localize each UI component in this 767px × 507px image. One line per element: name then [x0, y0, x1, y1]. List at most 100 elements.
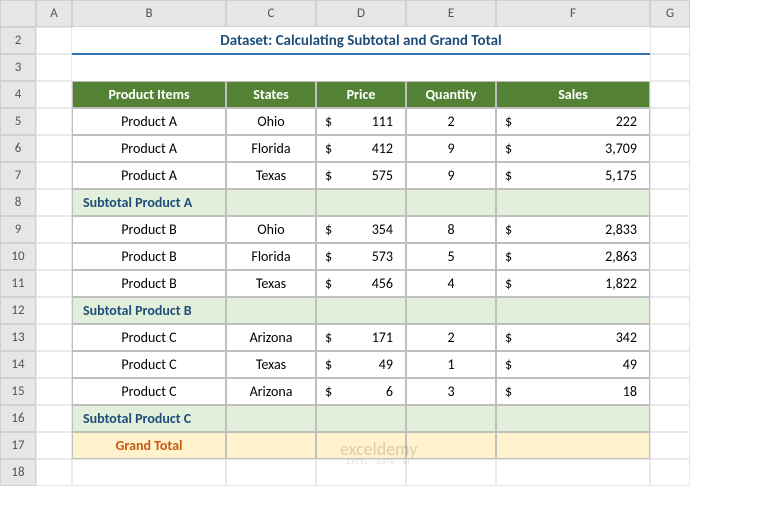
- cell-price[interactable]: $6: [316, 378, 406, 405]
- header-sales[interactable]: Sales: [496, 81, 650, 108]
- col-header-B[interactable]: B: [72, 0, 226, 27]
- cell-state[interactable]: Texas: [226, 162, 316, 189]
- row-header-12[interactable]: 12: [0, 297, 36, 324]
- cell[interactable]: [650, 378, 690, 405]
- cell-qty[interactable]: 8: [406, 216, 496, 243]
- cell[interactable]: [650, 81, 690, 108]
- cell-state[interactable]: Ohio: [226, 108, 316, 135]
- row-header-4[interactable]: 4: [0, 81, 36, 108]
- row-header-15[interactable]: 15: [0, 378, 36, 405]
- cell-product[interactable]: Product B: [72, 270, 226, 297]
- cell-state[interactable]: Florida: [226, 135, 316, 162]
- subtotal-cell[interactable]: [316, 297, 406, 324]
- subtotal-cell[interactable]: [496, 297, 650, 324]
- cell-price[interactable]: $354: [316, 216, 406, 243]
- cell[interactable]: [36, 54, 72, 81]
- row-header-18[interactable]: 18: [0, 459, 36, 486]
- subtotal-cell[interactable]: [316, 405, 406, 432]
- cell-price[interactable]: $573: [316, 243, 406, 270]
- row-header-16[interactable]: 16: [0, 405, 36, 432]
- header-states[interactable]: States: [226, 81, 316, 108]
- grand-total-cell[interactable]: [496, 432, 650, 459]
- cell[interactable]: [650, 459, 690, 486]
- cell-qty[interactable]: 9: [406, 162, 496, 189]
- col-header-A[interactable]: A: [36, 0, 72, 27]
- subtotal-cell[interactable]: [406, 297, 496, 324]
- cell[interactable]: [36, 27, 72, 54]
- cell-product[interactable]: Product A: [72, 162, 226, 189]
- cell[interactable]: [36, 297, 72, 324]
- cell[interactable]: [650, 54, 690, 81]
- row-header-3[interactable]: 3: [0, 54, 36, 81]
- cell-product[interactable]: Product B: [72, 216, 226, 243]
- cell[interactable]: [72, 459, 226, 486]
- cell[interactable]: [36, 270, 72, 297]
- cell[interactable]: [650, 405, 690, 432]
- cell-qty[interactable]: 2: [406, 324, 496, 351]
- grand-total-cell[interactable]: [316, 432, 406, 459]
- cell[interactable]: [406, 459, 496, 486]
- subtotal-c-label[interactable]: Subtotal Product C: [72, 405, 226, 432]
- cell-price[interactable]: $171: [316, 324, 406, 351]
- cell-state[interactable]: Arizona: [226, 378, 316, 405]
- cell-sales[interactable]: $3,709: [496, 135, 650, 162]
- cell[interactable]: [650, 324, 690, 351]
- row-header-11[interactable]: 11: [0, 270, 36, 297]
- cell[interactable]: [36, 378, 72, 405]
- cell[interactable]: [650, 216, 690, 243]
- cell-sales[interactable]: $49: [496, 351, 650, 378]
- grand-total-cell[interactable]: [226, 432, 316, 459]
- cell-state[interactable]: Florida: [226, 243, 316, 270]
- cell[interactable]: [36, 432, 72, 459]
- cell-qty[interactable]: 1: [406, 351, 496, 378]
- subtotal-cell[interactable]: [406, 405, 496, 432]
- cell-sales[interactable]: $2,863: [496, 243, 650, 270]
- header-product[interactable]: Product Items: [72, 81, 226, 108]
- row-header-5[interactable]: 5: [0, 108, 36, 135]
- select-all-corner[interactable]: [0, 0, 36, 27]
- cell-qty[interactable]: 9: [406, 135, 496, 162]
- subtotal-cell[interactable]: [496, 405, 650, 432]
- cell-product[interactable]: Product C: [72, 351, 226, 378]
- row-header-14[interactable]: 14: [0, 351, 36, 378]
- cell-product[interactable]: Product B: [72, 243, 226, 270]
- row-header-6[interactable]: 6: [0, 135, 36, 162]
- cell-product[interactable]: Product A: [72, 108, 226, 135]
- cell-product[interactable]: Product C: [72, 324, 226, 351]
- col-header-C[interactable]: C: [226, 0, 316, 27]
- col-header-F[interactable]: F: [496, 0, 650, 27]
- cell[interactable]: [36, 459, 72, 486]
- cell-state[interactable]: Ohio: [226, 216, 316, 243]
- row-header-8[interactable]: 8: [0, 189, 36, 216]
- cell-qty[interactable]: 5: [406, 243, 496, 270]
- col-header-G[interactable]: G: [650, 0, 690, 27]
- subtotal-cell[interactable]: [316, 189, 406, 216]
- row-header-7[interactable]: 7: [0, 162, 36, 189]
- cell-product[interactable]: Product A: [72, 135, 226, 162]
- cell[interactable]: [650, 108, 690, 135]
- header-price[interactable]: Price: [316, 81, 406, 108]
- subtotal-cell[interactable]: [226, 189, 316, 216]
- subtotal-cell[interactable]: [226, 405, 316, 432]
- cell-sales[interactable]: $5,175: [496, 162, 650, 189]
- row-header-13[interactable]: 13: [0, 324, 36, 351]
- cell-sales[interactable]: $1,822: [496, 270, 650, 297]
- cell[interactable]: [650, 27, 690, 54]
- cell-sales[interactable]: $18: [496, 378, 650, 405]
- subtotal-cell[interactable]: [406, 189, 496, 216]
- subtotal-a-label[interactable]: Subtotal Product A: [72, 189, 226, 216]
- cell[interactable]: [36, 351, 72, 378]
- cell[interactable]: [36, 189, 72, 216]
- cell-qty[interactable]: 3: [406, 378, 496, 405]
- cell[interactable]: [650, 270, 690, 297]
- subtotal-cell[interactable]: [496, 189, 650, 216]
- cell[interactable]: [496, 459, 650, 486]
- col-header-E[interactable]: E: [406, 0, 496, 27]
- cell[interactable]: [36, 243, 72, 270]
- grand-total-cell[interactable]: [406, 432, 496, 459]
- cell-price[interactable]: $456: [316, 270, 406, 297]
- cell[interactable]: [36, 405, 72, 432]
- cell[interactable]: [650, 135, 690, 162]
- cell-sales[interactable]: $342: [496, 324, 650, 351]
- cell[interactable]: [650, 162, 690, 189]
